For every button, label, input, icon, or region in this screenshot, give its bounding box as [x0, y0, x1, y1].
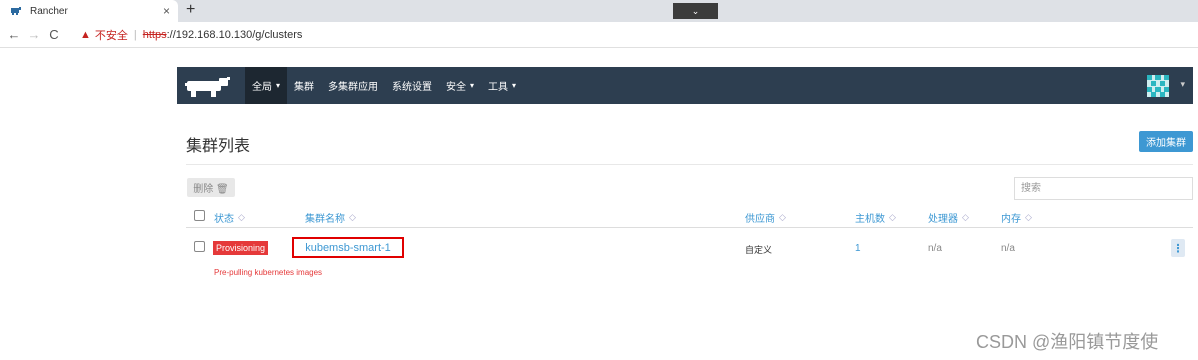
warning-triangle-icon: ▲ [80, 29, 91, 41]
nav-global[interactable]: 全局 ▾ [245, 67, 288, 104]
divider [186, 164, 1193, 165]
sort-icon: ◇ [779, 212, 786, 222]
browser-toolbar: ← → C ▲ 不安全 | https ://192.168.10.130/g/… [0, 22, 1198, 48]
column-header-memory[interactable]: 内存 ◇ [1001, 210, 1032, 225]
rancher-favicon-icon [11, 7, 21, 15]
nav-multi-cluster-apps[interactable]: 多集群应用 [321, 67, 385, 104]
tab-close-icon[interactable]: × [163, 4, 170, 18]
column-header-hosts[interactable]: 主机数 ◇ [855, 210, 896, 225]
browser-tabstrip: Rancher × + ⌄ [0, 0, 1198, 22]
chevron-down-icon[interactable]: ▾ [1180, 79, 1185, 90]
user-avatar[interactable] [1147, 75, 1169, 97]
sort-icon: ◇ [889, 212, 896, 222]
nav-settings[interactable]: 系统设置 [385, 67, 439, 104]
main-nav: 全局 ▾ 集群 多集群应用 系统设置 安全 ▾ 工具 ▾ [245, 67, 523, 104]
delete-button[interactable]: 删除 🗑 [187, 178, 235, 197]
url-path: ://192.168.10.130/g/clusters [166, 29, 303, 41]
chevron-down-icon: ▾ [512, 81, 517, 90]
column-header-provider[interactable]: 供应商 ◇ [745, 210, 786, 225]
back-arrow-icon[interactable]: ← [4, 27, 24, 42]
add-cluster-button[interactable]: 添加集群 [1139, 131, 1193, 152]
chevron-down-icon: ▾ [276, 81, 281, 90]
new-tab-button[interactable]: + [186, 1, 195, 19]
sort-icon: ◇ [1025, 212, 1032, 222]
cpu-cell: n/a [928, 243, 942, 254]
provider-cell: 自定义 [745, 245, 773, 255]
watermark: CSDN @渔阳镇节度使 [976, 332, 1159, 352]
column-header-label: 主机数 [855, 214, 885, 225]
chevron-down-icon: ▾ [470, 81, 475, 90]
nav-clusters[interactable]: 集群 [287, 67, 321, 104]
column-header-status[interactable]: 状态 ◇ [214, 210, 245, 225]
page-title: 集群列表 [186, 138, 251, 155]
row-checkbox[interactable] [194, 241, 205, 252]
hosts-link[interactable]: 1 [855, 243, 861, 254]
row-status-message: Pre-pulling kubernetes images [214, 268, 323, 277]
url-scheme: https [142, 29, 167, 41]
address-bar[interactable]: ▲ 不安全 | https ://192.168.10.130/g/cluste… [80, 26, 302, 44]
forward-arrow-icon[interactable]: → [24, 27, 44, 42]
app-header: 全局 ▾ 集群 多集群应用 系统设置 安全 ▾ 工具 ▾ ▾ [177, 67, 1193, 104]
row-actions-menu-icon[interactable]: ⋮ [1171, 239, 1185, 257]
select-all-checkbox[interactable] [194, 210, 205, 221]
tab-title: Rancher [30, 5, 68, 17]
nav-settings-label: 系统设置 [392, 82, 433, 93]
tab-search-chevron-icon[interactable]: ⌄ [673, 3, 718, 19]
nav-tools[interactable]: 工具 ▾ [481, 67, 523, 104]
reload-icon[interactable]: C [44, 27, 64, 42]
sort-icon: ◇ [238, 212, 245, 222]
column-header-label: 处理器 [928, 214, 958, 225]
column-header-label: 状态 [214, 214, 234, 225]
nav-tools-label: 工具 [488, 82, 509, 93]
column-header-cpu[interactable]: 处理器 ◇ [928, 210, 969, 225]
nav-multi-cluster-apps-label: 多集群应用 [328, 82, 379, 93]
memory-cell: n/a [1001, 243, 1015, 254]
table-header-divider [186, 227, 1193, 228]
nav-security-label: 安全 [446, 82, 467, 93]
column-header-label: 内存 [1001, 214, 1021, 225]
status-badge: Provisioning [213, 241, 269, 255]
cluster-name-link[interactable]: kubemsb-smart-1 [292, 237, 404, 258]
search-input[interactable] [1014, 177, 1193, 200]
column-header-name[interactable]: 集群名称 ◇ [305, 210, 356, 225]
nav-security[interactable]: 安全 ▾ [439, 67, 481, 104]
nav-global-label: 全局 [252, 82, 272, 93]
sort-icon: ◇ [349, 212, 356, 222]
browser-tab[interactable]: Rancher × [0, 0, 178, 22]
address-separator: | [133, 29, 137, 41]
column-header-label: 集群名称 [305, 214, 345, 225]
sort-icon: ◇ [962, 212, 969, 222]
rancher-logo-icon[interactable] [185, 74, 235, 98]
security-warning: 不安全 [94, 30, 128, 42]
column-header-label: 供应商 [745, 214, 775, 225]
nav-clusters-label: 集群 [294, 82, 315, 93]
